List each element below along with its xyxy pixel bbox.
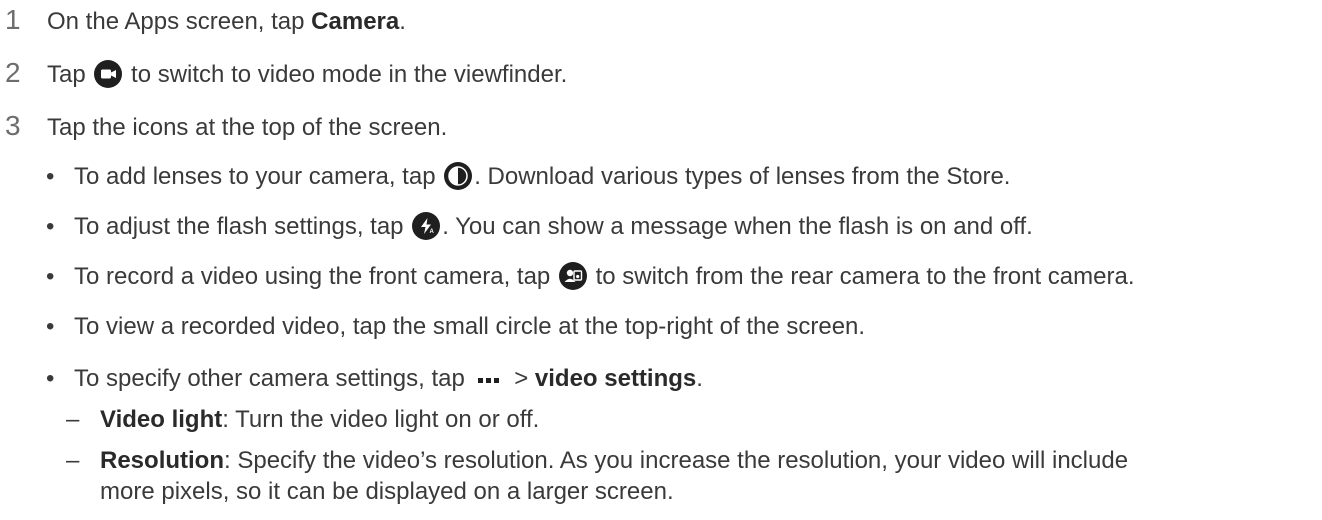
- step-number: 3: [5, 110, 21, 141]
- bullet-settings: • To specify other camera settings, tap >…: [46, 361, 703, 394]
- step-text: On the Apps screen, tap: [47, 8, 312, 35]
- video-camera-icon: [94, 60, 123, 88]
- step-3: 3 Tap the icons at the top of the screen.: [0, 111, 447, 143]
- bullet-marker: •: [46, 365, 55, 392]
- bullet-front-camera: • To record a video using the front camer…: [46, 262, 1134, 292]
- bullet-flash: • To adjust the flash settings, tap A . Yo…: [46, 212, 1033, 242]
- subitem-text: : Turn the video light on or off.: [222, 406, 540, 433]
- bullet-text-end: . Download various types of lenses from …: [474, 163, 1011, 190]
- switch-camera-icon: [558, 262, 587, 290]
- more-dots-icon: [477, 361, 502, 391]
- bullet-marker: •: [46, 263, 55, 290]
- bullet-text: To view a recorded video, tap the small …: [74, 313, 866, 340]
- lens-icon: [444, 162, 473, 190]
- step-text: Tap the icons at the top of the screen.: [47, 114, 448, 141]
- step-number: 2: [5, 57, 21, 88]
- bullet-view-video: • To view a recorded video, tap the small…: [46, 312, 865, 342]
- bullet-text: To adjust the flash settings, tap: [74, 213, 411, 240]
- bullet-text-end: . You can show a message when the flash …: [442, 213, 1033, 240]
- flash-icon: A: [412, 212, 441, 240]
- step-text: Tap: [47, 61, 93, 88]
- step-number: 1: [5, 4, 21, 35]
- dash-marker: –: [66, 447, 80, 474]
- subitem-video-light: – Video light: Turn the video light on or…: [66, 404, 539, 435]
- subitem-term: Resolution: [100, 447, 224, 474]
- subitem-resolution: – Resolution: Specify the video’s resolut…: [66, 445, 1128, 507]
- bullet-text: To add lenses to your camera, tap: [74, 163, 443, 190]
- step-2: 2 Tap to switch to video mode in the view…: [0, 58, 567, 90]
- menu-separator: >: [507, 365, 535, 392]
- bullet-marker: •: [46, 213, 55, 240]
- step-1: 1 On the Apps screen, tap Camera.: [0, 5, 406, 37]
- step-text-end: to switch to video mode in the viewfinde…: [124, 61, 568, 88]
- bullet-text-end: .: [696, 365, 703, 392]
- subitem-term: Video light: [100, 406, 223, 433]
- video-settings-label: video settings: [534, 365, 697, 392]
- bullet-lenses: • To add lenses to your camera, tap . Dow…: [46, 162, 1010, 192]
- bullet-text-end: to switch from the rear camera to the fr…: [588, 263, 1135, 290]
- camera-app-name: Camera: [311, 8, 400, 35]
- bullet-text: To specify other camera settings, tap: [74, 365, 472, 392]
- subitem-text-continued: more pixels, so it can be displayed on a…: [100, 478, 674, 505]
- svg-text:A: A: [430, 229, 435, 235]
- step-text-end: .: [399, 8, 406, 35]
- subitem-text: : Specify the video’s resolution. As you…: [224, 447, 1129, 474]
- bullet-text: To record a video using the front camera…: [74, 263, 557, 290]
- bullet-marker: •: [46, 163, 55, 190]
- bullet-marker: •: [46, 313, 55, 340]
- dash-marker: –: [66, 406, 80, 433]
